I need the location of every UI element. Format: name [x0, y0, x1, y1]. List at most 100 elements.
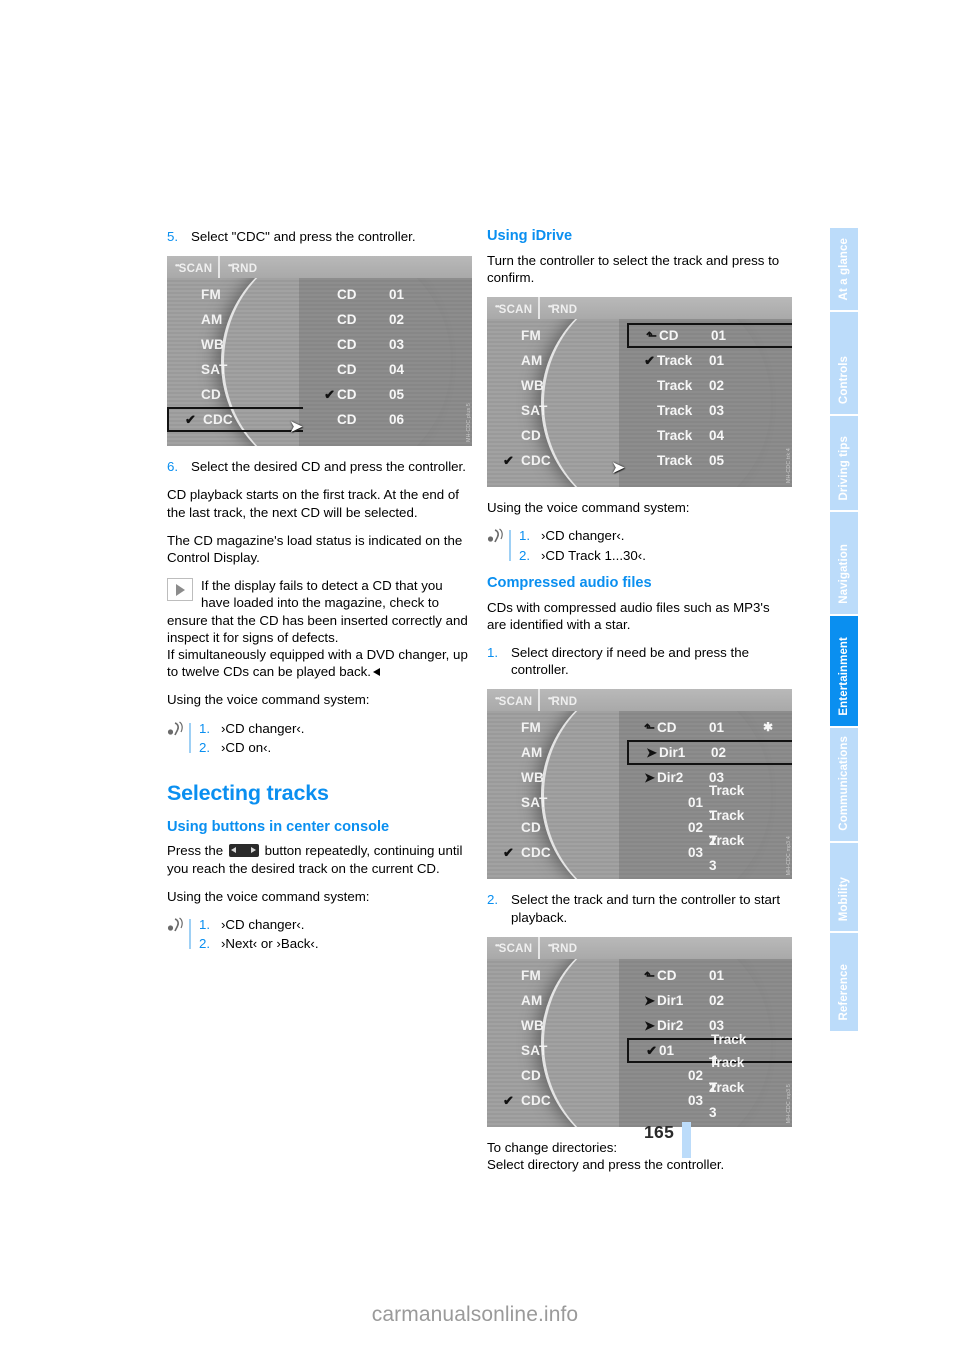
figure-image-code: MH-CDC plus 5	[466, 403, 472, 443]
idrive-figure-cd-list: ••SCAN ••RND FM AM WB SAT CD ✔ CDC CD 01 C…	[167, 256, 472, 447]
right-column: Using iDrive Turn the controller to sele…	[487, 228, 792, 1184]
idrive-directory-list: ⬑ CD 01 ✱ ➤ Dir1 02 ➤ Dir2 03 01 Track 1 02 Track…	[627, 711, 792, 873]
toolbar-rnd-button[interactable]: ••RND	[540, 298, 583, 319]
closing-line-1: To change directories:	[487, 1139, 618, 1155]
voice-text: ›CD on‹.	[221, 739, 272, 755]
dir-row-active[interactable]: ➤ Dir1 02	[627, 740, 792, 766]
source-item-sat[interactable]: SAT	[487, 790, 619, 815]
track-row[interactable]: Track 05	[627, 448, 792, 473]
paragraph-idrive: Turn the controller to select the track …	[487, 252, 780, 285]
voice-number: 2.	[519, 547, 531, 563]
source-item-cdc[interactable]: ✔ CDC	[487, 840, 619, 865]
track-row[interactable]: 03 Track 3	[627, 1080, 792, 1120]
source-item-wb[interactable]: WB	[487, 1013, 619, 1038]
sidebar-item-navigation[interactable]: Navigation	[830, 512, 858, 614]
voice-intro-3: Using the voice command system:	[487, 500, 690, 516]
source-item-sat[interactable]: SAT	[167, 357, 299, 382]
cd-row[interactable]: CD 04	[307, 357, 472, 382]
source-item-fm[interactable]: FM	[487, 963, 619, 988]
toolbar-scan-button[interactable]: ••SCAN	[167, 257, 218, 278]
voice-number: 2.	[199, 739, 211, 755]
source-item-am[interactable]: AM	[487, 988, 619, 1013]
watermark-text: carmanualsonline.info	[371, 1303, 579, 1326]
source-item-cdc[interactable]: ✔ CDC	[487, 1088, 619, 1113]
figure-image-code: MH-CDC trk 4	[786, 448, 792, 484]
source-item-cd[interactable]: CD	[487, 1063, 619, 1088]
seek-track-button-icon	[228, 844, 259, 858]
toolbar-scan-button[interactable]: ••SCAN	[487, 298, 538, 319]
voice-text: ›CD changer‹.	[541, 528, 625, 544]
source-item-cdc[interactable]: ✔ CDC	[167, 407, 303, 433]
dir-row[interactable]: ➤ Dir1 02	[627, 988, 792, 1013]
voice-command-item: 1. ›CD changer‹.	[199, 916, 472, 933]
idrive-source-list: FM AM WB SAT CD ✔ CDC	[487, 319, 619, 473]
tab-label: Communications	[838, 736, 850, 831]
subsection-heading-compressed-audio: Compressed audio files	[487, 574, 652, 591]
step-number: 6.	[167, 459, 179, 475]
sidebar-item-mobility[interactable]: Mobility	[830, 843, 858, 931]
step-number: 1.	[487, 644, 499, 660]
checkmark-icon: ✔	[324, 387, 335, 403]
source-item-cd[interactable]: CD	[167, 382, 299, 407]
idrive-body: FM AM WB SAT CD ✔ CDC ⬑ CD 01 ✔ Track 01 Trac…	[487, 297, 792, 488]
checkmark-icon: ✔	[503, 1092, 515, 1108]
track-row[interactable]: Track 04	[627, 423, 792, 448]
source-item-cd[interactable]: CD	[487, 815, 619, 840]
subsection-heading-center-console: Using buttons in center console	[167, 818, 390, 835]
track-row[interactable]: Track 02	[627, 373, 792, 398]
source-item-fm[interactable]: FM	[487, 715, 619, 740]
voice-number: 1.	[199, 720, 211, 736]
sidebar-item-at-a-glance[interactable]: At a glance	[830, 228, 858, 310]
idrive-body: FM AM WB SAT CD ✔ CDC ⬑ CD 01 ➤ Dir1 02 ➤ Dir2…	[487, 936, 792, 1127]
step-number: 5.	[167, 229, 179, 244]
sidebar-item-driving-tips[interactable]: Driving tips	[830, 416, 858, 510]
toolbar-rnd-button[interactable]: ••RND	[220, 257, 263, 278]
cd-row[interactable]: CD 02	[307, 307, 472, 332]
voice-speak-icon	[487, 528, 505, 544]
folder-arrow-icon: ➤	[644, 770, 655, 786]
tab-label: Driving tips	[838, 435, 850, 500]
source-item-cdc[interactable]: ✔ CDC	[487, 448, 619, 473]
sidebar-item-communications[interactable]: Communications	[830, 728, 858, 841]
toolbar-rnd-button[interactable]: ••RND	[540, 690, 583, 711]
source-item-fm[interactable]: FM	[487, 323, 619, 348]
source-item-cd[interactable]: CD	[487, 423, 619, 448]
paragraph-load-status: The CD magazine's load status is indicat…	[167, 532, 463, 566]
toolbar-rnd-button[interactable]: ••RND	[540, 937, 583, 958]
dir-row[interactable]: ➤ Dir2 03	[627, 1013, 792, 1038]
toolbar-scan-button[interactable]: ••SCAN	[487, 690, 538, 711]
tab-label: Entertainment	[838, 637, 850, 716]
source-item-wb[interactable]: WB	[487, 373, 619, 398]
mp3-star-icon: ✱	[763, 720, 774, 735]
track-row-active[interactable]: ✔ Track 01	[627, 348, 792, 373]
track-row-cd-up[interactable]: ⬑ CD 01	[627, 323, 792, 349]
source-item-wb[interactable]: WB	[167, 332, 299, 357]
sidebar-item-reference[interactable]: Reference	[830, 933, 858, 1031]
source-item-sat[interactable]: SAT	[487, 1038, 619, 1063]
track-row[interactable]: Track 03	[627, 398, 792, 423]
idrive-source-list: FM AM WB SAT CD ✔ CDC	[487, 711, 619, 865]
dir-row-cd-up[interactable]: ⬑ CD 01 ✱	[627, 715, 792, 740]
end-of-note-icon	[373, 668, 380, 677]
cd-row[interactable]: CD 06	[307, 407, 472, 432]
sidebar-item-entertainment[interactable]: Entertainment	[830, 616, 858, 726]
source-item-sat[interactable]: SAT	[487, 398, 619, 423]
source-item-fm[interactable]: FM	[167, 282, 299, 307]
tab-label: Mobility	[838, 876, 850, 921]
cd-row-active[interactable]: ✔ CD 05	[307, 382, 472, 407]
checkmark-icon: ✔	[503, 845, 515, 861]
source-item-am[interactable]: AM	[487, 348, 619, 373]
source-item-wb[interactable]: WB	[487, 765, 619, 790]
idrive-body: FM AM WB SAT CD ✔ CDC CD 01 CD 02 CD 03 CD 04…	[167, 256, 472, 447]
source-item-am[interactable]: AM	[487, 740, 619, 765]
source-item-am[interactable]: AM	[167, 307, 299, 332]
cd-row[interactable]: CD 01	[307, 282, 472, 307]
cd-row[interactable]: CD 03	[307, 332, 472, 357]
toolbar-scan-button[interactable]: ••SCAN	[487, 937, 538, 958]
voice-speak-icon	[167, 721, 185, 737]
track-row[interactable]: 03 Track 3	[627, 833, 792, 873]
sidebar-item-controls[interactable]: Controls	[830, 312, 858, 414]
idrive-cd-list: CD 01 CD 02 CD 03 CD 04 ✔ CD 05 CD 06	[307, 278, 472, 432]
dir-row-cd-up[interactable]: ⬑ CD 01	[627, 963, 792, 988]
step-1-compressed: 1. Select directory if need be and press…	[487, 644, 792, 678]
